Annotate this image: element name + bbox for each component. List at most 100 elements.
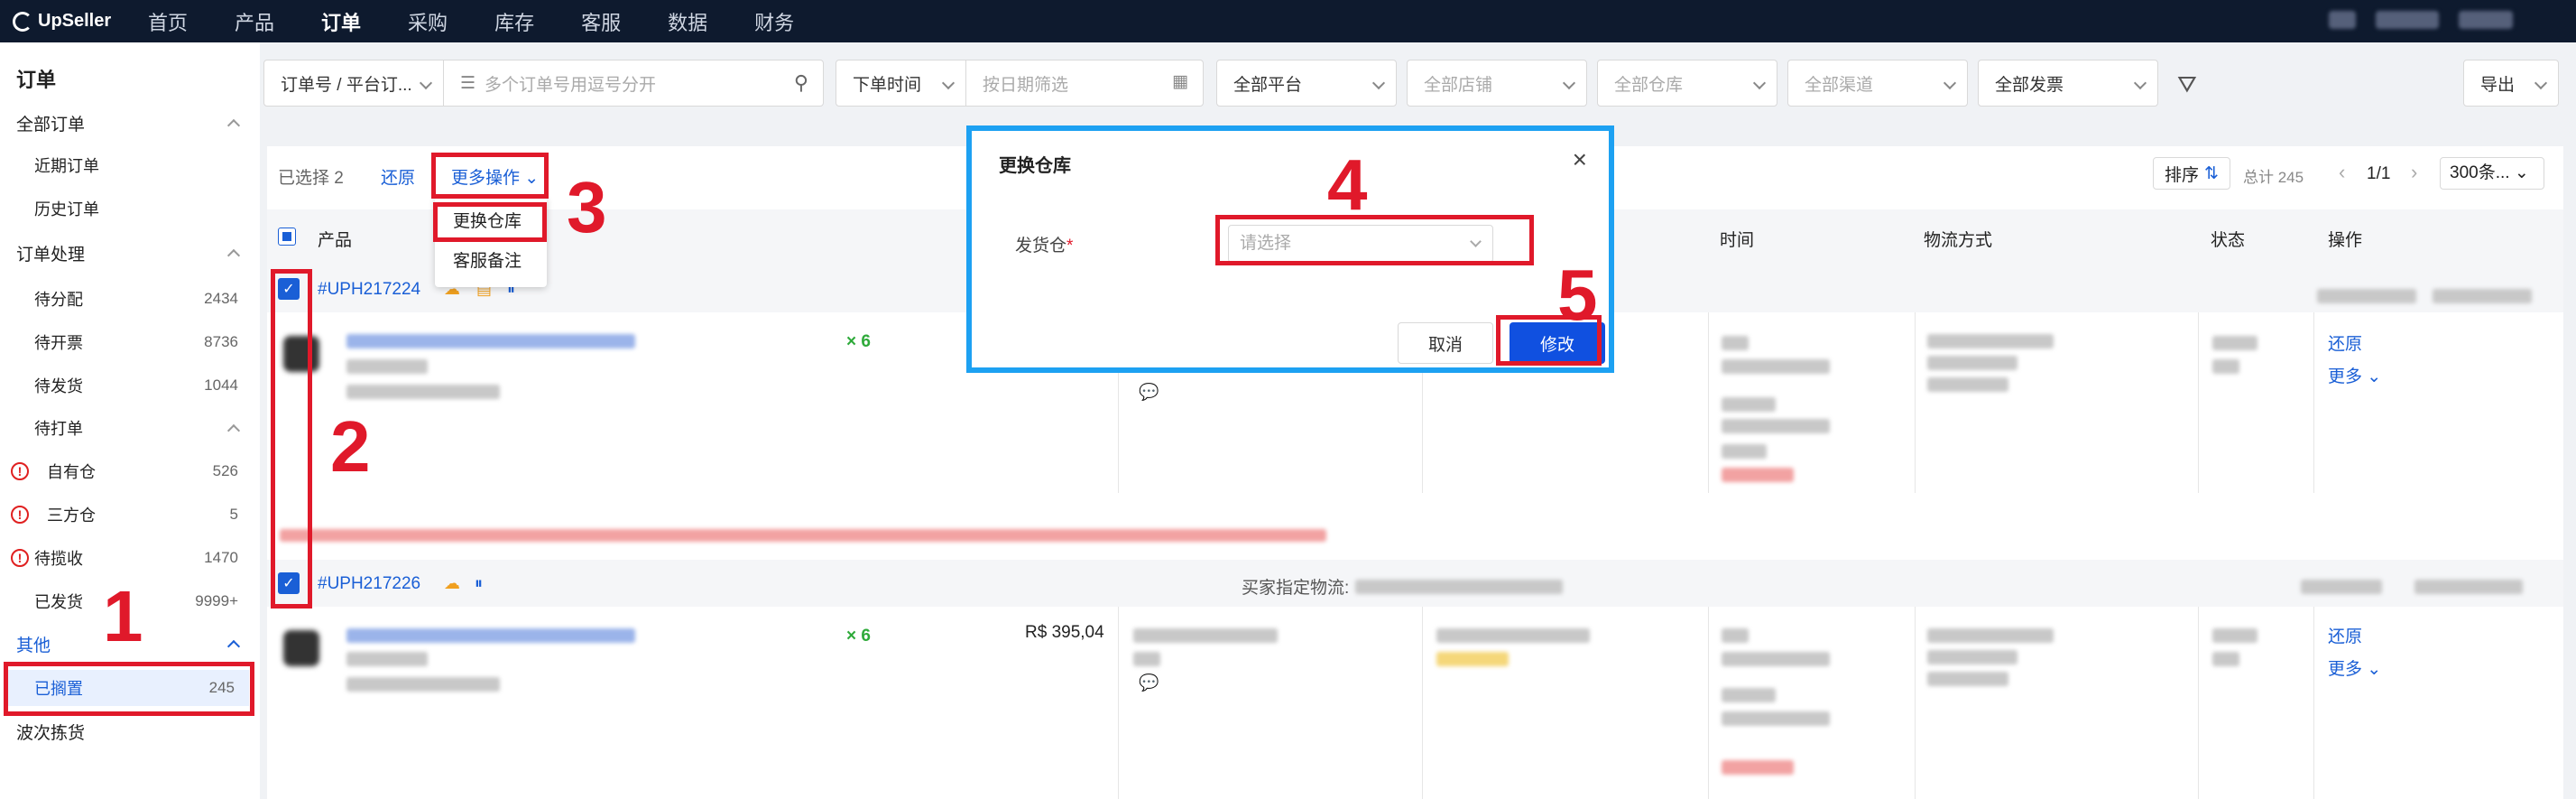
restore-link[interactable]: 还原 bbox=[2328, 623, 2362, 647]
close-icon[interactable]: × bbox=[1573, 145, 1587, 174]
annotation-box-warehouse-select bbox=[1215, 215, 1534, 265]
top-nav: UpSeller 首页 产品 订单 采购 库存 客服 数据 财务 bbox=[0, 0, 2576, 42]
nav-orders[interactable]: 订单 bbox=[321, 7, 361, 36]
sidebar-item-third-warehouse[interactable]: ! 三方仓 5 bbox=[0, 497, 260, 533]
nav-finance[interactable]: 财务 bbox=[754, 7, 794, 36]
date-filter-input[interactable]: 按日期筛选 ▦ bbox=[965, 60, 1204, 107]
annotation-box-checkboxes bbox=[271, 269, 312, 609]
sort-button[interactable]: 排序 ⇅ bbox=[2153, 157, 2230, 190]
col-product: 产品 bbox=[318, 231, 353, 250]
warehouse-select[interactable]: 全部仓库 bbox=[1597, 60, 1777, 107]
chevron-down-icon bbox=[941, 76, 956, 90]
invoice-select[interactable]: 全部发票 bbox=[1978, 60, 2158, 107]
chevron-up-icon bbox=[226, 118, 241, 133]
user-area[interactable] bbox=[2329, 11, 2513, 29]
message-icon[interactable]: 💬 bbox=[1139, 674, 1159, 692]
warning-icon: ! bbox=[11, 506, 29, 524]
col-time: 时间 bbox=[1720, 231, 1755, 250]
select-all-checkbox[interactable] bbox=[278, 228, 296, 246]
sidebar-item-own-warehouse[interactable]: ! 自有仓 526 bbox=[0, 453, 260, 489]
next-page-icon[interactable]: › bbox=[2411, 161, 2417, 184]
sidebar-item-recent[interactable]: 近期订单 bbox=[0, 147, 260, 183]
annotation-box-change-warehouse bbox=[433, 202, 547, 242]
chevron-down-icon bbox=[2133, 76, 2147, 90]
nav-data[interactable]: 数据 bbox=[668, 7, 707, 36]
order-id[interactable]: #UPH217224 bbox=[318, 280, 420, 300]
menu-item-service-note[interactable]: 客服备注 bbox=[435, 242, 547, 282]
col-status: 状态 bbox=[2211, 231, 2246, 250]
annotation-box-more-actions bbox=[431, 153, 549, 199]
warning-icon: ! bbox=[11, 462, 29, 480]
order-type-select[interactable]: 订单号 / 平台订... bbox=[263, 60, 444, 107]
sidebar-group-all-orders[interactable]: 全部订单 bbox=[0, 105, 260, 141]
chevron-down-icon bbox=[2534, 76, 2548, 90]
product-image bbox=[283, 630, 319, 666]
more-link[interactable]: 更多 ⌄ bbox=[2328, 655, 2381, 680]
dialog-title: 更换仓库 bbox=[999, 156, 1071, 176]
annotation-number: 4 bbox=[1327, 144, 1368, 225]
sidebar-item-to-ship[interactable]: 待发货 1044 bbox=[0, 367, 260, 404]
restore-link[interactable]: 还原 bbox=[2328, 330, 2362, 355]
list-icon: ☰ bbox=[460, 73, 476, 93]
time-type-select[interactable]: 下单时间 bbox=[836, 60, 966, 107]
restore-button[interactable]: 还原 bbox=[381, 164, 415, 189]
prev-page-icon[interactable]: ‹ bbox=[2339, 161, 2345, 184]
platform-select[interactable]: 全部平台 bbox=[1216, 60, 1397, 107]
brand-name: UpSeller bbox=[38, 11, 112, 31]
quantity: × 6 bbox=[846, 332, 871, 351]
sidebar-title: 订单 bbox=[16, 69, 57, 91]
export-button[interactable]: 导出 bbox=[2463, 60, 2559, 107]
annotation-number: 3 bbox=[567, 167, 607, 247]
nav-products[interactable]: 产品 bbox=[235, 7, 274, 36]
sidebar-item-to-print[interactable]: 待打单 bbox=[0, 410, 260, 446]
sidebar-group-processing[interactable]: 订单处理 bbox=[0, 235, 260, 271]
cloud-icon: ☁ bbox=[444, 574, 460, 592]
annotation-box-on-hold bbox=[4, 662, 254, 716]
sidebar-item-to-assign[interactable]: 待分配 2434 bbox=[0, 281, 260, 317]
message-icon[interactable]: 💬 bbox=[1139, 383, 1159, 402]
pause-icon: ⏸ bbox=[475, 574, 483, 592]
chevron-down-icon bbox=[1371, 76, 1386, 90]
sidebar-item-history[interactable]: 历史订单 bbox=[0, 190, 260, 227]
chevron-up-icon bbox=[226, 639, 241, 654]
search-input[interactable]: ☰ 多个订单号用逗号分开 ⚲ bbox=[443, 60, 824, 107]
selected-count: 已选择 2 bbox=[278, 169, 344, 188]
page-size-select[interactable]: 300条... ⌄ bbox=[2440, 157, 2544, 190]
warning-icon: ! bbox=[11, 549, 29, 567]
annotation-number: 5 bbox=[1557, 255, 1598, 335]
chevron-down-icon bbox=[419, 76, 433, 90]
sidebar-item-wave-pick[interactable]: 波次拣货 bbox=[0, 713, 260, 749]
total-count: 总计 245 bbox=[2243, 169, 2304, 186]
page-indicator: 1/1 bbox=[2367, 164, 2391, 183]
more-link[interactable]: 更多 ⌄ bbox=[2328, 363, 2381, 387]
sidebar-item-to-invoice[interactable]: 待开票 8736 bbox=[0, 324, 260, 360]
sort-icon: ⇅ bbox=[2204, 163, 2219, 183]
chevron-up-icon bbox=[226, 248, 241, 263]
shop-select[interactable]: 全部店铺 bbox=[1407, 60, 1587, 107]
annotation-number: 1 bbox=[103, 576, 143, 656]
chevron-down-icon bbox=[1562, 76, 1576, 90]
search-icon: ⚲ bbox=[793, 71, 808, 94]
buyer-logistics-label: 买家指定物流: bbox=[1242, 579, 1350, 598]
order-id[interactable]: #UPH217226 bbox=[318, 574, 420, 594]
channel-select[interactable]: 全部渠道 bbox=[1787, 60, 1968, 107]
col-shipping: 物流方式 bbox=[1924, 231, 1993, 250]
order-price: R$ 395,04 bbox=[1025, 623, 1104, 642]
calendar-icon: ▦ bbox=[1172, 72, 1188, 91]
filter-icon[interactable]: ⛛ bbox=[2177, 70, 2197, 99]
cancel-button[interactable]: 取消 bbox=[1398, 322, 1493, 364]
upseller-logo-icon bbox=[13, 11, 32, 32]
warehouse-field-label: 发货仓* bbox=[1015, 237, 1074, 255]
nav-service[interactable]: 客服 bbox=[581, 7, 621, 36]
error-message bbox=[280, 529, 1326, 542]
brand-logo[interactable]: UpSeller bbox=[13, 11, 148, 32]
sidebar-item-to-pickup[interactable]: ! 待揽收 1470 bbox=[0, 540, 260, 576]
nav-purchase[interactable]: 采购 bbox=[408, 7, 448, 36]
chevron-down-icon bbox=[1752, 76, 1767, 90]
quantity: × 6 bbox=[846, 627, 871, 646]
col-actions: 操作 bbox=[2328, 231, 2363, 250]
chevron-down-icon bbox=[1943, 76, 1957, 90]
nav-inventory[interactable]: 库存 bbox=[494, 7, 534, 36]
nav-home[interactable]: 首页 bbox=[148, 7, 188, 36]
chevron-up-icon bbox=[226, 423, 241, 438]
